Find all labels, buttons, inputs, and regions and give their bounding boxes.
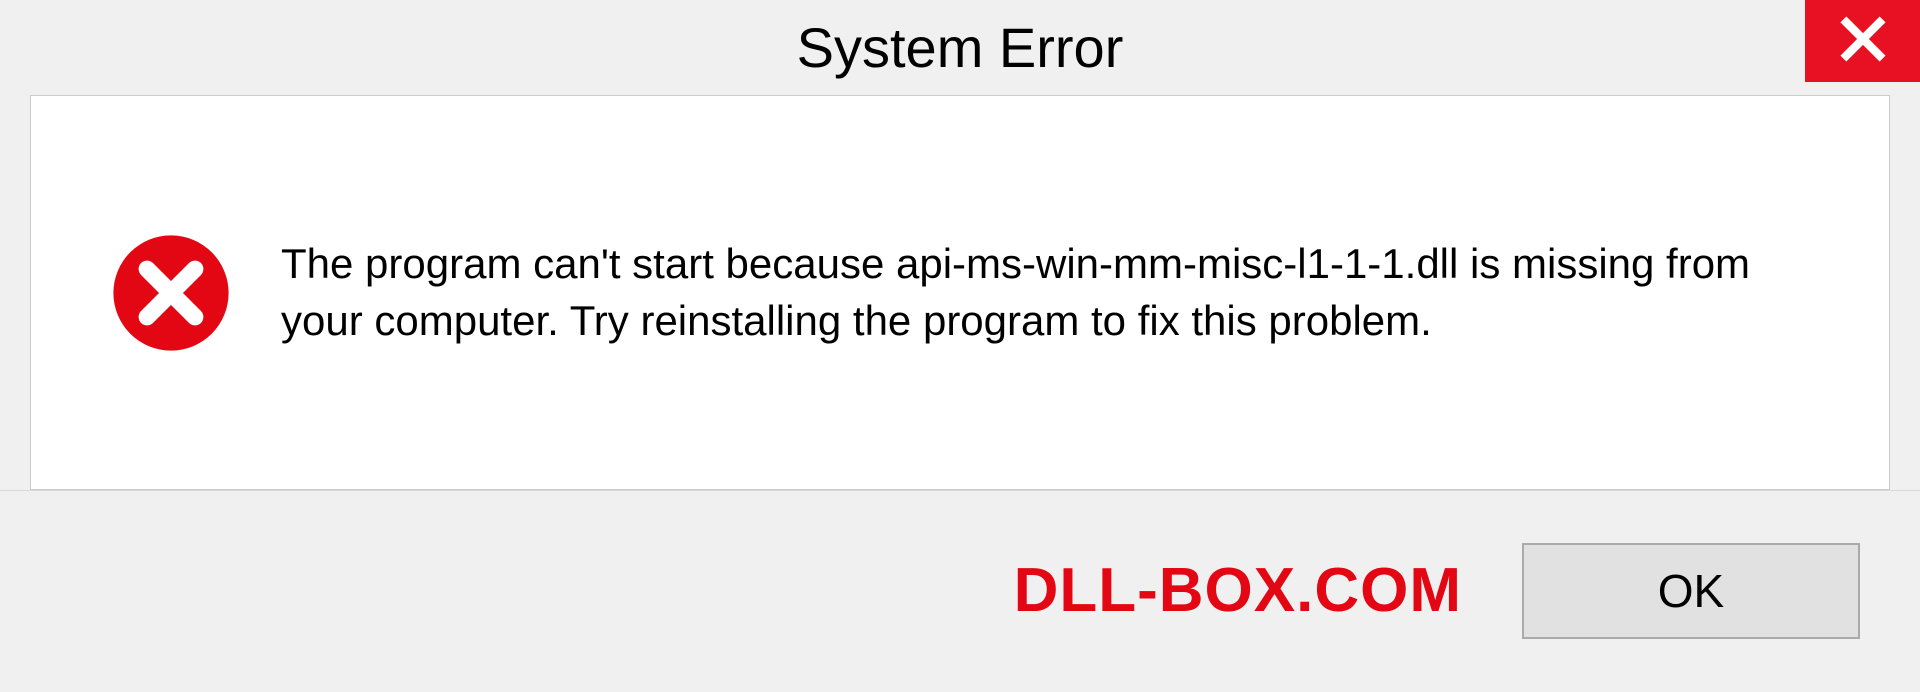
ok-button-label: OK [1658, 564, 1724, 618]
close-icon [1838, 14, 1888, 69]
error-message: The program can't start because api-ms-w… [281, 236, 1781, 349]
dialog-content: The program can't start because api-ms-w… [30, 95, 1890, 490]
dialog-footer: DLL-BOX.COM OK [0, 490, 1920, 690]
ok-button[interactable]: OK [1522, 543, 1860, 639]
close-button[interactable] [1805, 0, 1920, 82]
error-icon [111, 233, 231, 353]
watermark-text: DLL-BOX.COM [1014, 555, 1462, 626]
title-bar: System Error [0, 0, 1920, 95]
dialog-title: System Error [797, 15, 1124, 80]
